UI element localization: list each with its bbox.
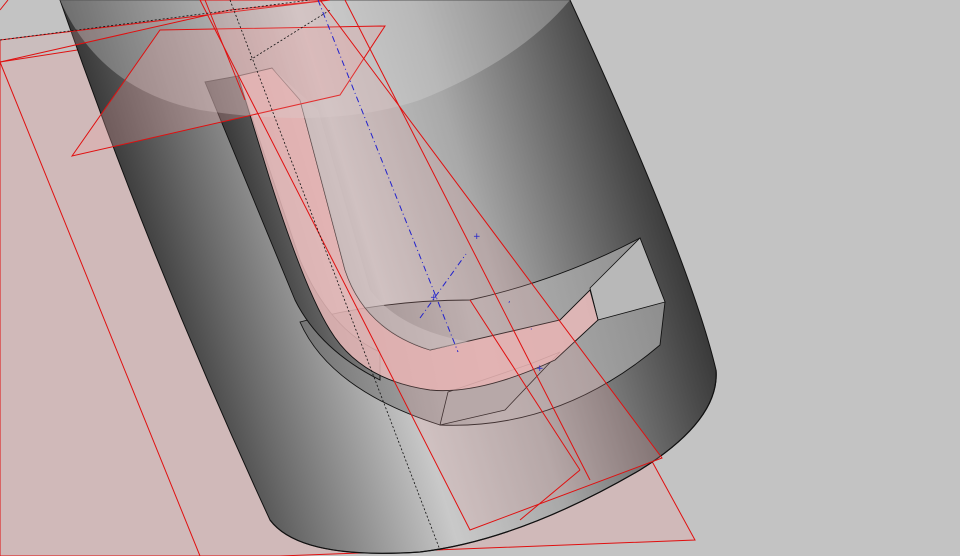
cad-3d-viewport[interactable]: + + , · + [0, 0, 960, 556]
axis-marker-3: , [508, 295, 511, 304]
axis-marker-1: + [473, 232, 481, 242]
axis-marker-4: · [530, 325, 533, 334]
axis-marker-2: + [430, 293, 438, 303]
model-scene[interactable]: + + , · + [0, 0, 960, 556]
axis-marker-5: + [536, 364, 544, 374]
